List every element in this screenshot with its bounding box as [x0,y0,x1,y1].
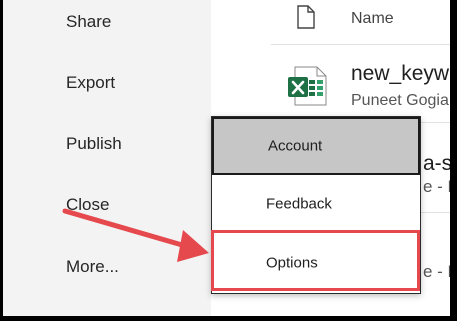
file-author-partial: e - P [423,262,450,281]
sidebar-item-share[interactable]: Share [66,12,111,32]
document-icon [297,5,315,34]
backstage-sidebar: Share Export Publish Close More... [3,0,211,316]
file-author-partial: e - P [423,177,450,196]
menu-item-label: Account [268,137,323,155]
sidebar-item-publish[interactable]: Publish [66,134,122,154]
menu-item-feedback[interactable]: Feedback [212,175,420,233]
sidebar-item-more[interactable]: More... [66,257,119,277]
app-window: Share Export Publish Close More... Name [3,0,450,316]
menu-item-label: Options [266,254,318,272]
sidebar-item-export[interactable]: Export [66,73,115,93]
column-header-name[interactable]: Name [351,10,394,28]
excel-icon [287,66,327,111]
divider [271,44,450,45]
file-name: new_keyw [351,62,450,85]
more-options-menu: Account Feedback Options [211,116,421,294]
menu-item-account[interactable]: Account [212,117,420,175]
menu-item-options[interactable]: Options [212,234,420,292]
sidebar-item-close[interactable]: Close [66,195,109,215]
file-row[interactable]: new_keyw Puneet Gogia [271,56,450,114]
menu-item-label: Feedback [266,195,332,213]
file-author: Puneet Gogia [351,92,449,109]
file-name-partial: a-sh [423,152,450,175]
